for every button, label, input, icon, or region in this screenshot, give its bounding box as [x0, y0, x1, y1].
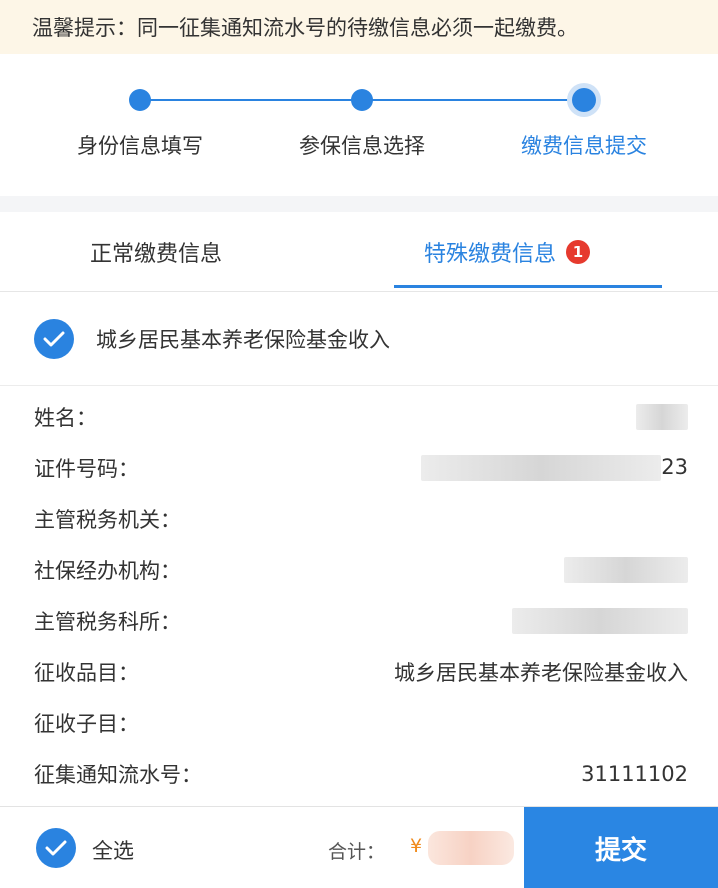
check-icon	[45, 840, 67, 856]
step-dot-1	[129, 89, 151, 111]
detail-row-tax-authority: 主管税务机关：	[0, 494, 718, 544]
category-label: 城乡居民基本养老保险基金收入	[96, 327, 390, 352]
progress-steps: 身份信息填写 参保信息选择 缴费信息提交	[0, 54, 718, 196]
tax-office-redacted	[512, 608, 688, 634]
tax-authority-label: 主管税务机关：	[34, 508, 181, 532]
category-row[interactable]: 城乡居民基本养老保险基金收入	[0, 292, 718, 386]
count-badge: 1	[566, 240, 591, 264]
name-redacted	[636, 404, 688, 430]
active-tab-indicator	[394, 285, 662, 288]
step-label-submit: 缴费信息提交	[521, 134, 647, 158]
item-value: 城乡居民基本养老保险基金收入	[394, 661, 688, 685]
footer-bar: 全选 合计： ¥ 提交	[0, 806, 718, 888]
total-amount-redacted	[428, 831, 514, 865]
detail-row-serial: 征集通知流水号： 31111102	[0, 749, 718, 799]
tab-special-label: 特殊缴费信息	[424, 242, 557, 267]
step-dot-3-active	[572, 88, 596, 112]
payment-tabs: 正常缴费信息 特殊缴费信息 1	[0, 212, 718, 292]
step-label-identity: 身份信息填写	[77, 134, 203, 158]
item-label: 征收品目：	[34, 661, 139, 685]
step-label-insurance: 参保信息选择	[299, 134, 425, 158]
tab-normal-label: 正常缴费信息	[90, 242, 223, 267]
step-dot-2	[351, 89, 373, 111]
total-label: 合计：	[328, 841, 386, 863]
tab-special-payment[interactable]: 特殊缴费信息 1	[424, 212, 591, 292]
category-checkbox[interactable]	[34, 318, 74, 359]
id-label: 证件号码：	[34, 457, 139, 481]
name-label: 姓名：	[34, 406, 97, 430]
detail-row-sub-item: 征收子目：	[0, 698, 718, 748]
submit-button[interactable]: 提交	[524, 807, 718, 888]
serial-value: 31111102	[581, 762, 688, 786]
detail-row-id: 证件号码： 23	[0, 443, 718, 493]
select-all-label[interactable]: 全选	[92, 835, 134, 865]
id-redacted	[421, 455, 662, 481]
check-icon	[43, 331, 65, 346]
detail-row-social-agency: 社保经办机构：	[0, 545, 718, 595]
select-all-checkbox[interactable]	[36, 828, 76, 868]
serial-label: 征集通知流水号：	[34, 763, 202, 787]
currency-symbol: ¥	[410, 835, 423, 857]
sub-item-label: 征收子目：	[34, 712, 139, 736]
detail-row-tax-office: 主管税务科所：	[0, 596, 718, 646]
tab-normal-payment[interactable]: 正常缴费信息	[90, 212, 222, 292]
detail-row-name: 姓名：	[0, 392, 718, 442]
step-connector	[362, 99, 584, 101]
social-agency-label: 社保经办机构：	[34, 559, 181, 583]
payment-details: 姓名： 证件号码： 23 主管税务机关： 社保经办机构： 主管税务科所： 征收品…	[0, 386, 718, 806]
social-agency-redacted	[564, 557, 688, 583]
id-value: 23	[421, 455, 688, 481]
step-connector	[140, 99, 362, 101]
notice-bar: 温馨提示：同一征集通知流水号的待缴信息必须一起缴费。	[0, 0, 718, 54]
detail-row-item: 征收品目： 城乡居民基本养老保险基金收入	[0, 647, 718, 697]
notice-text: 温馨提示：同一征集通知流水号的待缴信息必须一起缴费。	[32, 16, 578, 40]
tax-office-label: 主管税务科所：	[34, 610, 181, 634]
id-value-tail: 23	[661, 455, 688, 479]
